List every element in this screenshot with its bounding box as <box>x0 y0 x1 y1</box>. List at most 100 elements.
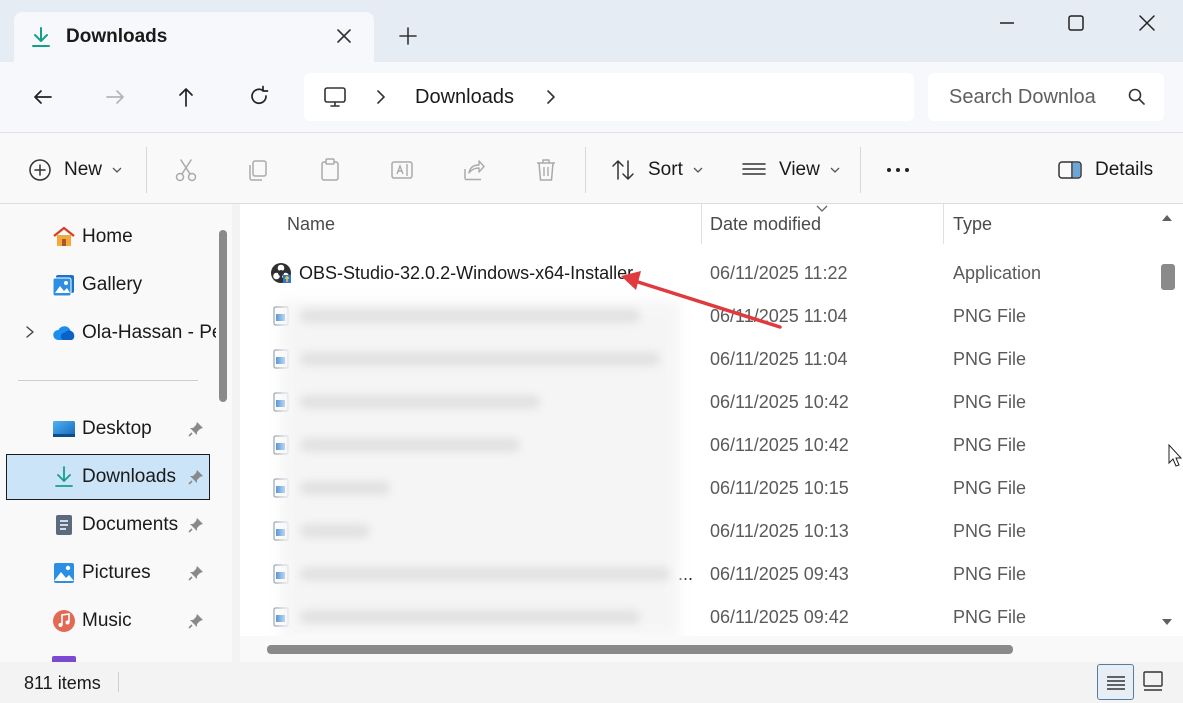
file-date: 06/11/2025 10:42 <box>710 392 849 412</box>
view-button[interactable]: View <box>741 157 840 183</box>
refresh-icon[interactable] <box>246 84 272 110</box>
sidebar-item-label: Downloads <box>82 466 176 487</box>
music-icon <box>53 610 75 632</box>
pin-icon[interactable] <box>188 613 204 629</box>
mouse-cursor-icon <box>1168 444 1182 467</box>
chevron-down-icon <box>830 167 840 173</box>
paste-icon[interactable] <box>317 157 343 183</box>
redacted-text <box>300 567 670 581</box>
documents-icon <box>56 515 72 535</box>
sidebar-item-desktop[interactable]: Desktop <box>6 406 210 452</box>
cloud-icon <box>53 326 75 340</box>
search-icon[interactable] <box>1127 87 1147 107</box>
file-name: OBS-Studio-32.0.2-Windows-x64-Installer <box>299 263 634 283</box>
download-icon <box>32 27 50 47</box>
obs-app-icon <box>271 263 291 283</box>
chevron-right-icon[interactable] <box>372 88 390 106</box>
sidebar-item-label: Documents <box>82 514 179 535</box>
view-label: View <box>779 159 820 180</box>
sort-icon <box>612 160 634 180</box>
file-type: PNG File <box>953 564 1027 584</box>
column-divider[interactable] <box>943 204 944 244</box>
share-icon[interactable] <box>461 157 487 183</box>
large-icons-view-icon[interactable] <box>1142 670 1164 692</box>
breadcrumb-downloads[interactable]: Downloads <box>415 86 514 109</box>
details-view-icon <box>1107 676 1125 690</box>
redacted-text <box>300 438 520 452</box>
column-header-type[interactable]: Type <box>953 214 992 235</box>
status-divider <box>118 672 119 692</box>
cut-icon[interactable] <box>173 157 199 183</box>
toolbar-divider <box>146 147 147 193</box>
file-type: PNG File <box>953 607 1027 627</box>
pane-splitter[interactable] <box>232 204 240 662</box>
item-count: 811 items <box>24 673 101 693</box>
file-type: PNG File <box>953 349 1027 369</box>
delete-icon[interactable] <box>533 157 559 183</box>
search-input[interactable]: Search Downloa <box>949 86 1109 109</box>
sidebar-item-documents[interactable]: Documents <box>6 502 210 548</box>
sort-descending-icon <box>816 205 828 212</box>
new-tab-icon[interactable] <box>396 24 420 48</box>
sort-button[interactable]: Sort <box>610 157 703 183</box>
redacted-text <box>300 481 390 495</box>
sidebar-item-downloads[interactable]: Downloads <box>6 454 210 500</box>
minimize-icon[interactable] <box>994 10 1020 36</box>
pictures-icon <box>54 563 74 583</box>
sidebar-item-pictures[interactable]: Pictures <box>6 550 210 596</box>
close-tab-icon[interactable] <box>332 24 356 48</box>
search-box[interactable]: Search Downloa <box>928 73 1164 121</box>
close-window-icon[interactable] <box>1134 10 1160 36</box>
plus-circle-icon <box>29 159 51 181</box>
sidebar-item-label: Ola-Hassan - Per <box>82 322 229 343</box>
sidebar-item-gallery[interactable]: Gallery <box>6 262 210 308</box>
file-date: 06/11/2025 10:15 <box>710 478 849 498</box>
up-arrow-icon[interactable] <box>173 84 199 110</box>
file-type: Application <box>953 263 1042 283</box>
table-row[interactable]: OBS-Studio-32.0.2-Windows-x64-Installer … <box>240 252 1146 295</box>
command-bar: New Sort View Details <box>0 132 1183 204</box>
sidebar-item-music[interactable]: Music <box>6 598 210 644</box>
details-view-button[interactable] <box>1097 664 1134 700</box>
address-bar[interactable]: Downloads <box>304 73 914 121</box>
file-date: 06/11/2025 09:42 <box>710 607 849 627</box>
home-icon <box>53 226 75 246</box>
pin-icon[interactable] <box>188 421 204 437</box>
chevron-right-icon[interactable] <box>22 324 38 340</box>
scroll-down-arrow-icon[interactable] <box>1161 616 1173 628</box>
sidebar-scroll-thumb[interactable] <box>219 230 227 402</box>
maximize-icon[interactable] <box>1063 10 1089 36</box>
sidebar-item-label: Desktop <box>82 418 152 439</box>
pin-icon[interactable] <box>188 517 204 533</box>
back-arrow-icon[interactable] <box>30 84 56 110</box>
details-pane-button[interactable]: Details <box>1057 157 1153 183</box>
new-button[interactable]: New <box>28 157 122 183</box>
column-divider[interactable] <box>701 204 702 244</box>
sidebar-item-home[interactable]: Home <box>6 214 210 260</box>
redacted-text <box>300 309 640 323</box>
sidebar-item-onedrive[interactable]: Ola-Hassan - Per <box>6 310 229 356</box>
file-name-truncated: ... <box>678 564 694 584</box>
column-header-date-modified[interactable]: Date modified <box>710 214 821 235</box>
sidebar-item-label: Pictures <box>82 562 151 583</box>
this-pc-icon[interactable] <box>322 84 348 110</box>
tab-downloads[interactable]: Downloads <box>14 12 374 62</box>
copy-icon[interactable] <box>245 157 271 183</box>
download-icon <box>55 466 73 487</box>
pin-icon[interactable] <box>188 565 204 581</box>
gallery-icon <box>52 275 74 297</box>
file-type: PNG File <box>953 435 1027 455</box>
sort-label: Sort <box>648 159 683 180</box>
scroll-up-arrow-icon[interactable] <box>1161 212 1173 224</box>
forward-arrow-icon[interactable] <box>102 84 128 110</box>
desktop-icon <box>53 421 75 437</box>
column-header-name[interactable]: Name <box>287 214 335 235</box>
pin-icon[interactable] <box>188 469 204 485</box>
chevron-right-icon[interactable] <box>542 88 560 106</box>
sidebar-item-label: Music <box>82 610 132 631</box>
horizontal-scroll-thumb[interactable] <box>267 645 1013 654</box>
rename-icon[interactable] <box>389 157 415 183</box>
file-type: PNG File <box>953 478 1027 498</box>
vertical-scroll-thumb[interactable] <box>1161 264 1175 290</box>
more-options-icon[interactable] <box>885 157 911 183</box>
